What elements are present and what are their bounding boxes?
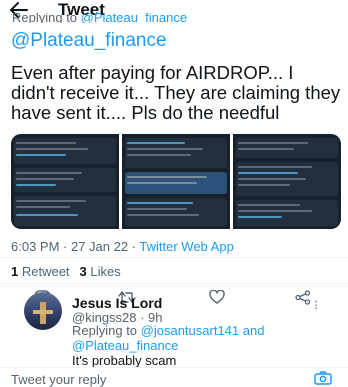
tweet-mention-link[interactable]: @Plateau_finance	[11, 30, 167, 52]
divider	[0, 286, 348, 287]
media-image-2[interactable]	[122, 134, 230, 229]
camera-icon[interactable]	[314, 371, 332, 385]
compose-bar	[0, 367, 348, 387]
retweets-stat[interactable]: 1 Retweet	[11, 264, 70, 279]
tweet-text: Even after paying for AIRDROP... I didn'…	[11, 62, 341, 123]
likes-stat[interactable]: 3 Likes	[80, 264, 121, 279]
divider	[0, 283, 348, 284]
more-options-icon[interactable]: ···	[310, 300, 325, 310]
tweet-timestamp: 6:03 PM · 27 Jan 22 · Twitter Web App	[11, 239, 234, 254]
heart-icon[interactable]	[205, 286, 229, 308]
reply-author-name[interactable]: Jesus Is Lord	[72, 295, 162, 311]
replying-to-line: Replying to @Plateau_finance	[12, 13, 187, 23]
replying-prefix: Replying to	[72, 323, 141, 338]
timestamp-text: 6:03 PM · 27 Jan 22 ·	[11, 239, 140, 254]
avatar-image-detail	[33, 310, 53, 314]
avatar[interactable]	[24, 292, 62, 330]
replying-mention-link[interactable]: @Plateau_finance	[81, 13, 187, 23]
client-link[interactable]: Twitter Web App	[139, 239, 233, 254]
reply-text: It's probably scam	[72, 353, 177, 368]
media-image-3[interactable]	[233, 134, 341, 229]
tweet-stats: 1 Retweet 3 Likes	[11, 264, 121, 279]
reply-input[interactable]	[11, 372, 291, 387]
replying-prefix: Replying to	[12, 13, 81, 23]
divider	[0, 257, 348, 258]
media-image-1[interactable]	[11, 134, 119, 229]
reply-replying-to: Replying to @josantusart141 and @Plateau…	[72, 323, 332, 353]
tweet-media-grid	[11, 134, 341, 229]
